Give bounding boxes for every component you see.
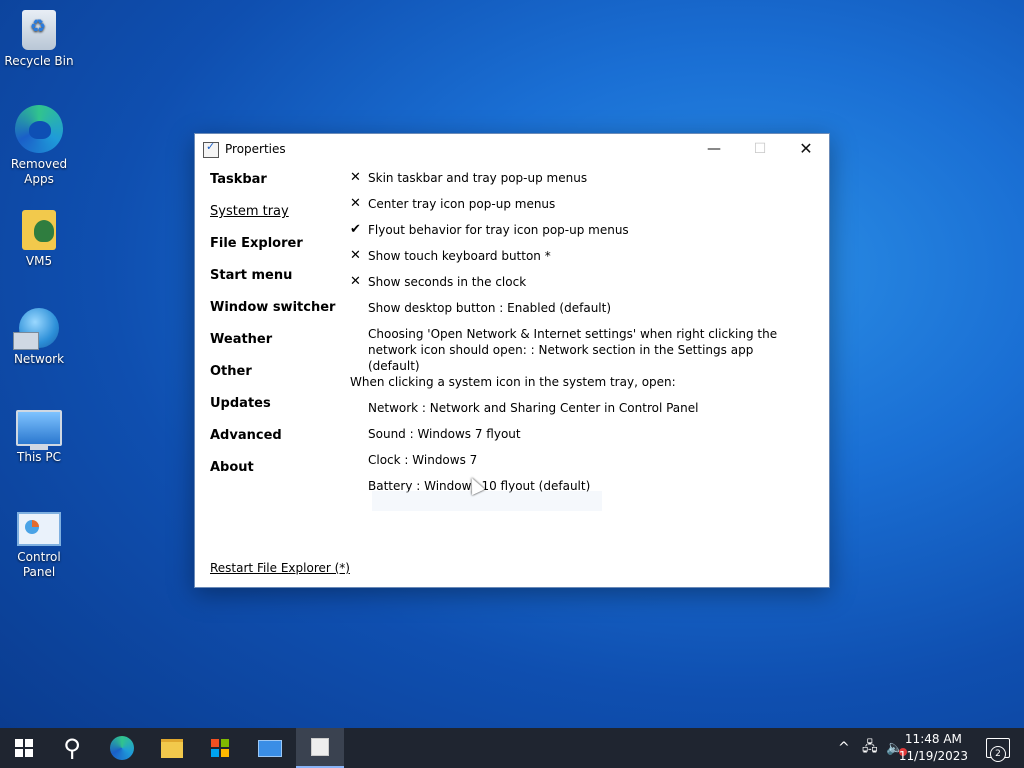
- taskbar: ⚲ ^ 🖧 🔈 11:48 AM 11/19/2023 2: [0, 728, 1024, 768]
- taskbar-clock[interactable]: 11:48 AM 11/19/2023: [899, 731, 968, 765]
- option-show-desktop-button[interactable]: Show desktop button : Enabled (default): [350, 300, 810, 326]
- nav-item-about[interactable]: About: [210, 460, 340, 492]
- edge-icon: [110, 736, 134, 760]
- option-label: Network : Network and Sharing Center in …: [368, 401, 699, 415]
- folder-icon: [161, 738, 183, 758]
- settings-content: ✕ Skin taskbar and tray pop-up menus ✕ C…: [350, 170, 810, 504]
- unchecked-x-icon: ✕: [350, 196, 361, 211]
- tray-network[interactable]: 🖧: [862, 728, 878, 768]
- properties-app-icon: [311, 738, 329, 756]
- desktop-icon-vm5[interactable]: VM5: [0, 210, 78, 269]
- option-label: Choosing 'Open Network & Internet settin…: [368, 327, 778, 373]
- store-bag-icon: [211, 739, 229, 757]
- option-label: Show seconds in the clock: [368, 275, 527, 289]
- edge-icon: [15, 105, 63, 153]
- taskbar-store[interactable]: [196, 728, 244, 768]
- unchecked-x-icon: ✕: [350, 248, 361, 263]
- option-label: Show touch keyboard button *: [368, 249, 551, 263]
- desktop-icon-label: Removed Apps: [10, 157, 68, 186]
- unchecked-x-icon: ✕: [350, 274, 361, 289]
- checkmark-icon: ✔: [350, 222, 361, 237]
- nav-item-advanced[interactable]: Advanced: [210, 428, 340, 460]
- option-label: Sound : Windows 7 flyout: [368, 427, 521, 441]
- close-button[interactable]: ✕: [783, 134, 829, 164]
- restart-explorer-link[interactable]: Restart File Explorer (*): [210, 561, 350, 575]
- properties-window: Properties — ☐ ✕ Taskbar System tray Fil…: [194, 133, 830, 588]
- desktop-icon-network[interactable]: Network: [0, 308, 78, 367]
- settings-nav: Taskbar System tray File Explorer Start …: [210, 172, 340, 492]
- search-button[interactable]: ⚲: [48, 728, 96, 768]
- nav-item-updates[interactable]: Updates: [210, 396, 340, 428]
- clock-date: 11/19/2023: [898, 749, 968, 763]
- option-label: Center tray icon pop-up menus: [368, 197, 556, 211]
- app-checkbox-icon: [203, 140, 219, 158]
- option-network-click[interactable]: Network : Network and Sharing Center in …: [350, 400, 810, 426]
- desktop-icon-label: Recycle Bin: [4, 54, 74, 68]
- option-clock-click[interactable]: Clock : Windows 7: [350, 452, 810, 478]
- notification-count-badge: 2: [990, 746, 1006, 762]
- nav-item-weather[interactable]: Weather: [210, 332, 340, 364]
- desktop-icon-label: This PC: [17, 450, 61, 464]
- search-icon: ⚲: [63, 734, 81, 762]
- taskbar-edge[interactable]: [98, 728, 146, 768]
- desktop-icon-removed-apps[interactable]: Removed Apps: [0, 105, 78, 187]
- desktop-icon-control-panel[interactable]: Control Panel: [0, 512, 78, 580]
- desktop-icon-label: Control Panel: [17, 550, 61, 579]
- clock-time: 11:48 AM: [904, 732, 962, 746]
- option-label: Skin taskbar and tray pop-up menus: [368, 171, 588, 185]
- network-icon: 🖧: [862, 739, 878, 755]
- desktop-icon-label: Network: [13, 352, 65, 366]
- option-skin-taskbar-menus[interactable]: ✕ Skin taskbar and tray pop-up menus: [350, 170, 810, 196]
- nav-item-start-menu[interactable]: Start menu: [210, 268, 340, 300]
- nav-item-file-explorer[interactable]: File Explorer: [210, 236, 340, 268]
- option-label: Clock : Windows 7: [368, 453, 478, 467]
- taskbar-file-explorer[interactable]: [148, 728, 196, 768]
- nav-item-system-tray[interactable]: System tray: [210, 204, 340, 236]
- network-globe-icon: [13, 308, 59, 350]
- minimize-button[interactable]: —: [691, 134, 737, 164]
- window-title: Properties: [225, 142, 286, 156]
- tray-overflow-chevron[interactable]: ^: [838, 728, 850, 768]
- user-folder-icon: [22, 210, 56, 250]
- option-center-tray-menus[interactable]: ✕ Center tray icon pop-up menus: [350, 196, 810, 222]
- mail-icon: [258, 739, 282, 757]
- chevron-up-icon: ^: [838, 740, 850, 756]
- nav-item-window-switcher[interactable]: Window switcher: [210, 300, 340, 332]
- desktop-icon-this-pc[interactable]: This PC: [0, 410, 78, 465]
- windows-logo-icon: [15, 739, 33, 757]
- nav-item-other[interactable]: Other: [210, 364, 340, 396]
- computer-icon: [16, 410, 62, 450]
- recycle-bin-icon: [22, 10, 56, 50]
- option-seconds-in-clock[interactable]: ✕ Show seconds in the clock: [350, 274, 810, 300]
- desktop-icon-recycle-bin[interactable]: Recycle Bin: [0, 10, 78, 69]
- desktop-icon-label: VM5: [25, 254, 53, 268]
- taskbar-properties-app[interactable]: [296, 728, 344, 768]
- option-network-settings-target[interactable]: Choosing 'Open Network & Internet settin…: [350, 326, 788, 374]
- window-titlebar[interactable]: Properties — ☐ ✕: [195, 134, 829, 164]
- control-panel-icon: [17, 512, 61, 546]
- hover-highlight: [372, 491, 602, 511]
- option-label: Flyout behavior for tray icon pop-up men…: [368, 223, 629, 237]
- nav-item-taskbar[interactable]: Taskbar: [210, 172, 340, 204]
- option-touch-keyboard-button[interactable]: ✕ Show touch keyboard button *: [350, 248, 810, 274]
- unchecked-x-icon: ✕: [350, 170, 361, 185]
- taskbar-mail[interactable]: [246, 728, 294, 768]
- tray-click-heading: When clicking a system icon in the syste…: [350, 375, 676, 389]
- option-label: Show desktop button : Enabled (default): [368, 301, 612, 315]
- start-button[interactable]: [0, 728, 48, 768]
- option-flyout-behavior[interactable]: ✔ Flyout behavior for tray icon pop-up m…: [350, 222, 810, 248]
- option-sound-click[interactable]: Sound : Windows 7 flyout: [350, 426, 810, 452]
- maximize-button[interactable]: ☐: [737, 134, 783, 164]
